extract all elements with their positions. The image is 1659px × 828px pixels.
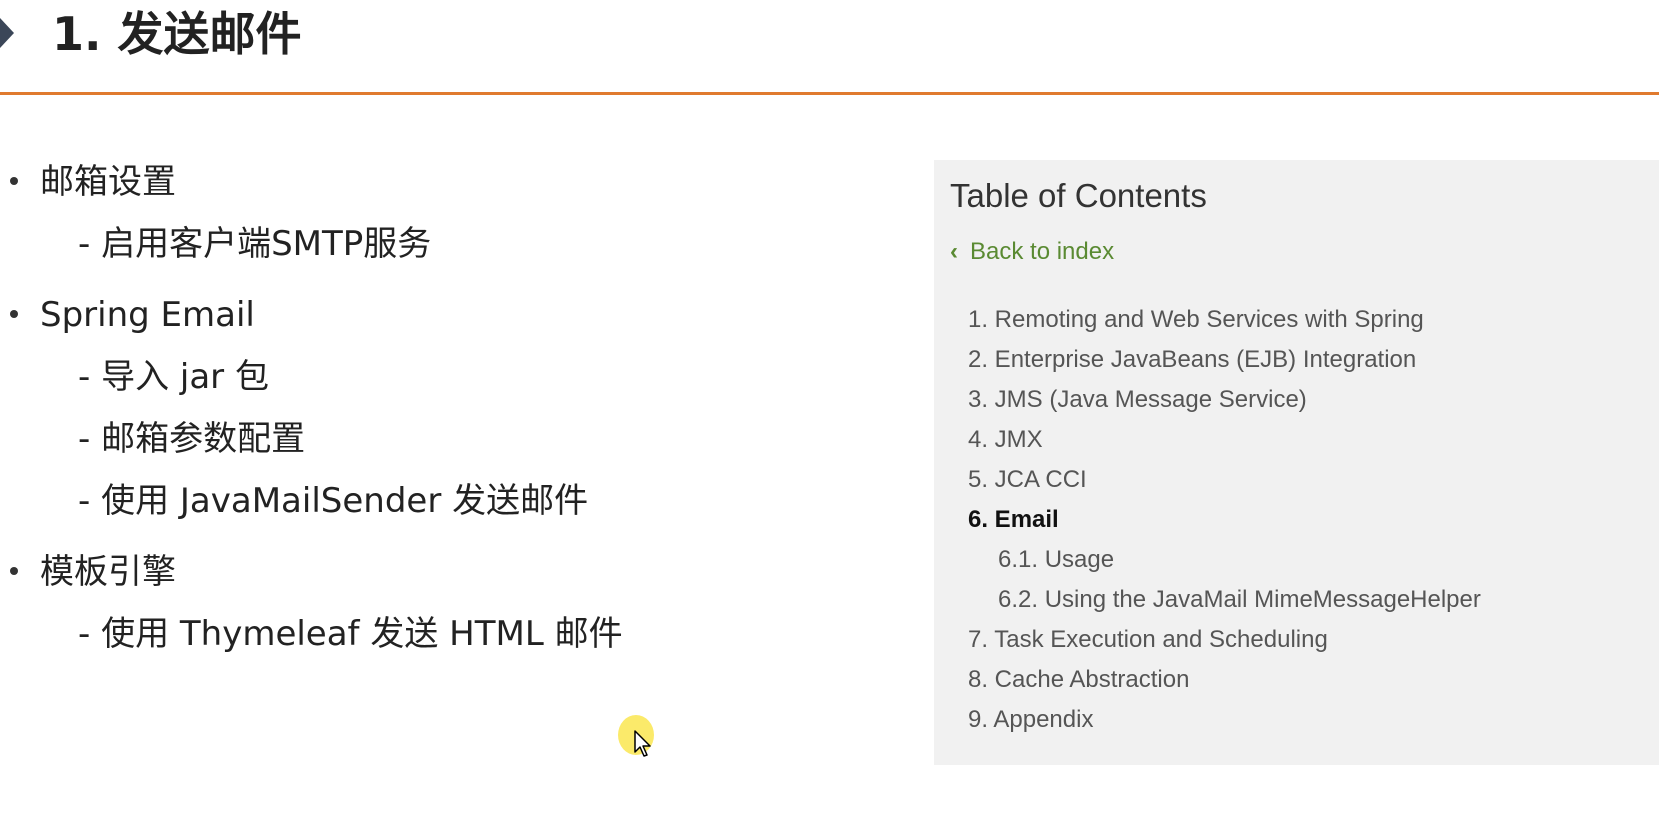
- sub-bullet-item: - 启用客户端SMTP服务: [78, 224, 432, 264]
- sub-bullet-item: - 使用 Thymeleaf 发送 HTML 邮件: [78, 614, 623, 654]
- toc-item[interactable]: 1. Remoting and Web Services with Spring: [968, 304, 1424, 336]
- bullet-item: Spring Email: [10, 293, 255, 337]
- table-of-contents-panel: Table of Contents ‹ Back to index 1. Remo…: [934, 160, 1659, 765]
- bullet-item: 模板引擎: [10, 550, 176, 594]
- bullet-dot-icon: [10, 176, 18, 185]
- sub-bullet-item: - 使用 JavaMailSender 发送邮件: [78, 481, 589, 521]
- bullet-item: 邮箱设置: [10, 160, 176, 204]
- toc-subitem[interactable]: 6.2. Using the JavaMail MimeMessageHelpe…: [998, 584, 1481, 616]
- bullet-label: Spring Email: [40, 295, 255, 335]
- chevron-left-icon: ‹: [950, 238, 958, 265]
- sub-bullet-item: - 邮箱参数配置: [78, 419, 306, 459]
- toc-item-active[interactable]: 6. Email: [968, 504, 1059, 536]
- toc-item[interactable]: 7. Task Execution and Scheduling: [968, 624, 1328, 656]
- mouse-pointer-icon: [634, 730, 651, 757]
- bullet-list: 邮箱设置 - 启用客户端SMTP服务 Spring Email - 导入 jar…: [0, 0, 900, 828]
- bullet-label: 邮箱设置: [40, 162, 176, 202]
- toc-subitem[interactable]: 6.1. Usage: [998, 544, 1114, 576]
- toc-item[interactable]: 2. Enterprise JavaBeans (EJB) Integratio…: [968, 344, 1416, 376]
- toc-item[interactable]: 9. Appendix: [968, 704, 1093, 736]
- toc-item[interactable]: 8. Cache Abstraction: [968, 664, 1189, 696]
- toc-item[interactable]: 3. JMS (Java Message Service): [968, 384, 1307, 416]
- back-to-index-link[interactable]: ‹ Back to index: [950, 236, 1114, 268]
- slide: 1. 发送邮件 邮箱设置 - 启用客户端SMTP服务 Spring Email …: [0, 0, 1659, 828]
- sub-bullet-item: - 导入 jar 包: [78, 357, 269, 397]
- toc-item[interactable]: 5. JCA CCI: [968, 464, 1087, 496]
- bullet-dot-icon: [10, 309, 18, 318]
- toc-item[interactable]: 4. JMX: [968, 424, 1043, 456]
- toc-heading: Table of Contents: [950, 177, 1207, 214]
- bullet-label: 模板引擎: [40, 552, 176, 592]
- back-link-label: Back to index: [970, 238, 1115, 265]
- bullet-dot-icon: [10, 566, 18, 575]
